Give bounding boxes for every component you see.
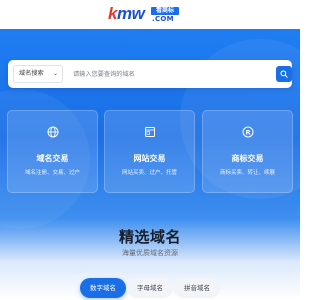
chevron-down-icon: ⌄ [52, 70, 58, 77]
logo-badge: 看商标 [151, 7, 179, 15]
search-bar: 域名搜索 ⌄ [8, 60, 292, 88]
hero-banner: 域名搜索 ⌄ 域名交易 域名注册、交易、过户 [0, 29, 300, 300]
card-title: 域名交易 [36, 154, 69, 163]
website-icon [143, 125, 157, 139]
card-description: 域名注册、交易、过户 [24, 170, 80, 176]
logo-domain-suffix: .COM [152, 15, 174, 23]
search-type-select[interactable]: 域名搜索 ⌄ [13, 65, 63, 83]
site-header: kmw 看商标 .COM [0, 0, 300, 29]
tab-numeric-domains[interactable]: 数字域名 [80, 278, 126, 298]
tab-letter-domains[interactable]: 字母域名 [127, 278, 173, 298]
service-cards: 域名交易 域名注册、交易、过户 网站交易 网站买卖、过户、托管 R 商标交易 商… [7, 110, 293, 193]
card-trademark-trade[interactable]: R 商标交易 商标买卖、转让、续展 [202, 110, 293, 193]
trademark-icon: R [241, 125, 255, 139]
domain-category-tabs: 数字域名 字母域名 拼音域名 [0, 278, 300, 300]
card-domain-trade[interactable]: 域名交易 域名注册、交易、过户 [7, 110, 98, 193]
globe-icon [46, 125, 60, 139]
card-title: 商标交易 [231, 154, 264, 163]
section-title: 精选域名 [118, 228, 181, 246]
svg-text:R: R [245, 128, 250, 136]
logo-wordmark: kmw [108, 4, 145, 23]
site-logo[interactable]: kmw 看商标 .COM [108, 4, 192, 24]
card-website-trade[interactable]: 网站交易 网站买卖、过户、托管 [104, 110, 195, 193]
card-description: 商标买卖、转让、续展 [219, 170, 275, 176]
section-subtitle: 海量优质域名资源 [122, 249, 178, 257]
search-icon [280, 70, 288, 78]
search-button[interactable] [276, 66, 292, 82]
card-description: 网站买卖、过户、托管 [121, 170, 177, 176]
card-title: 网站交易 [133, 154, 166, 163]
search-type-label: 域名搜索 [19, 70, 44, 77]
search-input[interactable] [68, 65, 263, 83]
tab-pinyin-domains[interactable]: 拼音域名 [174, 278, 220, 298]
